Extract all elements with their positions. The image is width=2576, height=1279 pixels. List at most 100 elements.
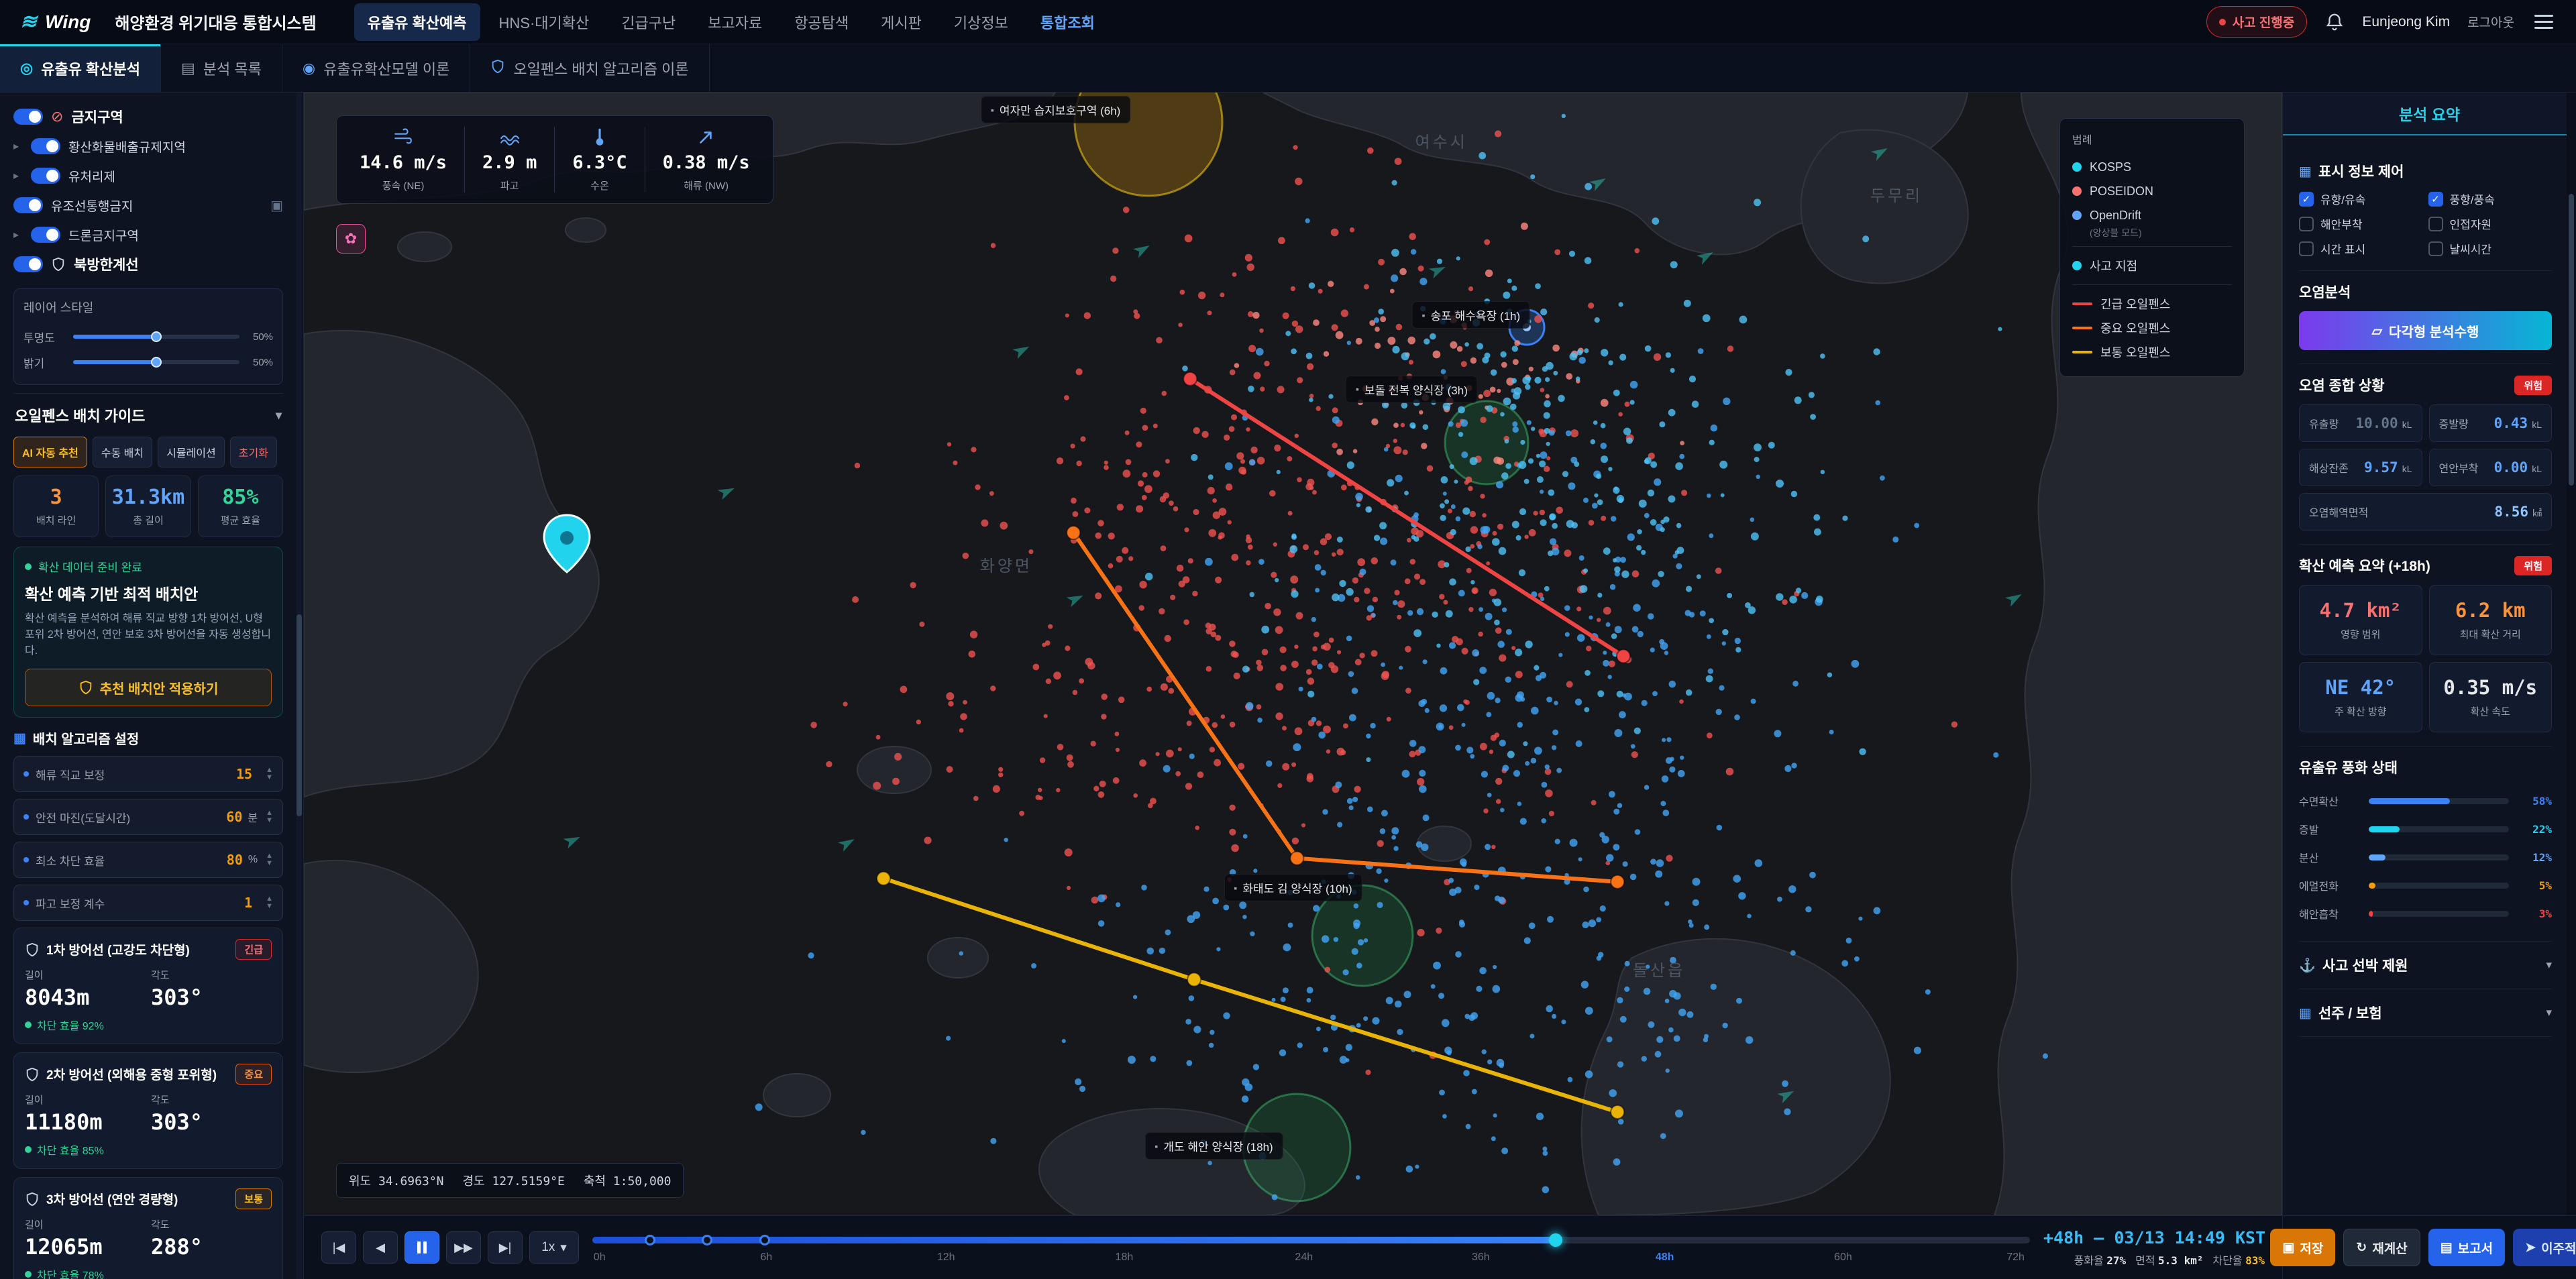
- map-annotation-button[interactable]: ✿: [336, 224, 366, 254]
- skip-start-button[interactable]: |◀: [321, 1231, 356, 1264]
- danger-badge: 위험: [2514, 376, 2552, 395]
- map-area[interactable]: ▪여자만 습지보호구역 (6h)▪송포 해수욕장 (1h)▪보돌 전복 양식장 …: [304, 93, 2282, 1215]
- ai-recommend-button[interactable]: AI 자동 추천: [13, 437, 87, 467]
- checkbox-nearby-resources[interactable]: ✓인접자원: [2428, 215, 2553, 232]
- checkbox-time-display[interactable]: ✓시간 표시: [2299, 240, 2423, 257]
- menu-aerial-search[interactable]: 항공탐색: [781, 3, 862, 41]
- timeline-tick[interactable]: 12h: [937, 1252, 955, 1264]
- timeline-marker[interactable]: [759, 1235, 770, 1245]
- timeline-marker[interactable]: [702, 1235, 712, 1245]
- page-scrollbar[interactable]: [2567, 93, 2576, 1215]
- menu-oil-spill-forecast[interactable]: 유출유 확산예측: [354, 3, 480, 41]
- field-current-orthogonal[interactable]: 해류 직교 보정 15 ▲▼: [13, 756, 283, 792]
- layer-row-tanker-ban[interactable]: 유조선통행금지 ▣: [13, 190, 283, 220]
- menu-weather-info[interactable]: 기상정보: [941, 3, 1022, 41]
- field-min-efficiency[interactable]: 최소 차단 효율 80 % ▲▼: [13, 842, 283, 878]
- opacity-slider[interactable]: [73, 335, 239, 339]
- vessel-spec-section[interactable]: ⚓사고 선박 제원▾: [2299, 942, 2552, 989]
- apply-recommendation-button[interactable]: 추천 배치안 적용하기: [25, 669, 272, 706]
- layer-row-sulfur-zone[interactable]: ▸ 황산화물배출규제지역: [13, 131, 283, 161]
- brightness-slider[interactable]: [73, 360, 239, 364]
- stepper-icon[interactable]: ▲▼: [266, 810, 273, 824]
- layer-row-drone-ban[interactable]: ▸ 드론금지구역: [13, 220, 283, 249]
- stepper-icon[interactable]: ▲▼: [266, 852, 273, 867]
- timeline-tick[interactable]: 24h: [1295, 1252, 1313, 1264]
- layer-toggle[interactable]: [13, 256, 43, 272]
- pause-button[interactable]: [405, 1231, 439, 1264]
- forecast-main-direction: NE 42°주 확산 방향: [2299, 662, 2422, 732]
- oil-fence-lines[interactable]: [877, 372, 1630, 1119]
- stepper-icon[interactable]: ▲▼: [266, 895, 273, 910]
- fence-guide-header[interactable]: 오일펜스 배치 가이드▾: [13, 393, 283, 433]
- settings-box-icon[interactable]: ▣: [270, 197, 283, 214]
- timeline-tick[interactable]: 48h: [1656, 1252, 1674, 1264]
- reset-button[interactable]: 초기화: [230, 437, 277, 467]
- timeline-tick[interactable]: 0h: [594, 1252, 606, 1264]
- map-canvas[interactable]: [304, 93, 2282, 1215]
- forecast-max-distance: 6.2 km최대 확산 거리: [2429, 585, 2553, 655]
- layer-row-restricted-zone[interactable]: ⊘ 금지구역: [13, 102, 283, 131]
- incident-status-badge[interactable]: 사고 진행중: [2206, 6, 2308, 38]
- tab-spill-analysis[interactable]: ◎유출유 확산분석: [0, 44, 161, 92]
- layer-row-nll[interactable]: 북방한계선: [13, 249, 283, 279]
- timeline-tick[interactable]: 6h: [760, 1252, 772, 1264]
- report-button[interactable]: ▤보고서: [2428, 1229, 2505, 1266]
- checkbox-shore-adhesion[interactable]: ✓해안부착: [2299, 215, 2423, 232]
- menu-board[interactable]: 게시판: [867, 3, 935, 41]
- field-safety-margin[interactable]: 안전 마진(도달시간) 60 분 ▲▼: [13, 799, 283, 835]
- expand-caret-icon[interactable]: ▸: [13, 228, 23, 241]
- layer-row-dispersant[interactable]: ▸ 유처리제: [13, 161, 283, 190]
- defense-line-card-1[interactable]: 1차 방어선 (고강도 차단형) 긴급 길이8043m 각도303° 차단 효율…: [13, 928, 283, 1044]
- defense-line-card-3[interactable]: 3차 방어선 (연안 경량형) 보통 길이12065m 각도288° 차단 효율…: [13, 1177, 283, 1279]
- app-logo[interactable]: ≋ Wing: [20, 10, 91, 34]
- timeline-tick[interactable]: 18h: [1116, 1252, 1134, 1264]
- timeline-current-dot[interactable]: [1549, 1233, 1562, 1247]
- layer-toggle[interactable]: [31, 168, 60, 184]
- fast-forward-button[interactable]: ▶▶: [446, 1231, 481, 1264]
- expand-caret-icon[interactable]: ▸: [13, 169, 23, 182]
- timeline-tick[interactable]: 72h: [2006, 1252, 2025, 1264]
- menu-hns[interactable]: HNS·대기확산: [486, 3, 603, 41]
- layer-toggle[interactable]: [13, 197, 43, 213]
- user-name[interactable]: Eunjeong Kim: [2362, 14, 2450, 30]
- stepper-icon[interactable]: ▲▼: [266, 767, 273, 781]
- checkbox-weather-time[interactable]: ✓날씨시간: [2428, 240, 2553, 257]
- timeline-tick[interactable]: 36h: [1472, 1252, 1490, 1264]
- layer-toggle[interactable]: [13, 109, 43, 125]
- legend-model-kosps[interactable]: KOSPS: [2072, 155, 2232, 179]
- menu-reports[interactable]: 보고자료: [694, 3, 775, 41]
- bell-icon[interactable]: [2324, 12, 2345, 32]
- recalculate-button[interactable]: ↻재계산: [2343, 1229, 2420, 1266]
- tab-analysis-list[interactable]: ▤분석 목록: [161, 44, 282, 92]
- simulation-button[interactable]: 시뮬레이션: [158, 437, 225, 467]
- save-button[interactable]: ▣저장: [2270, 1229, 2335, 1266]
- layer-toggle[interactable]: [31, 138, 60, 154]
- legend-model-opendrift[interactable]: OpenDrift: [2072, 203, 2232, 227]
- manual-place-button[interactable]: 수동 배치: [93, 437, 152, 467]
- resource-zones: [1075, 93, 1544, 1201]
- menu-rescue[interactable]: 긴급구난: [608, 3, 689, 41]
- logout-button[interactable]: 로그아웃: [2467, 13, 2514, 31]
- field-wave-correction[interactable]: 파고 보정 계수 1 ▲▼: [13, 885, 283, 921]
- step-back-button[interactable]: ◀: [363, 1231, 398, 1264]
- layer-toggle[interactable]: [31, 227, 60, 243]
- tab-model-theory[interactable]: ◉유출유확산모델 이론: [282, 44, 470, 92]
- expand-caret-icon[interactable]: ▸: [13, 140, 23, 153]
- checkbox-wind[interactable]: ✓풍향/풍속: [2428, 190, 2553, 207]
- left-panel-scrollbar[interactable]: [297, 93, 302, 1279]
- checkbox-current[interactable]: ✓유향/유속: [2299, 190, 2423, 207]
- timeline-tick[interactable]: 60h: [1834, 1252, 1852, 1264]
- timeline-track[interactable]: [592, 1237, 2030, 1243]
- send-button[interactable]: ➤이주적: [2513, 1229, 2576, 1266]
- tab-boom-algorithm-theory[interactable]: 오일펜스 배치 알고리즘 이론: [470, 44, 709, 92]
- hamburger-menu-icon[interactable]: [2532, 12, 2556, 32]
- defense-line-card-2[interactable]: 2차 방어선 (외해용 중형 포위형) 중요 길이11180m 각도303° 차…: [13, 1052, 283, 1169]
- timeline-marker[interactable]: [645, 1235, 655, 1245]
- analysis-summary-tab[interactable]: 분석 요약: [2283, 93, 2576, 135]
- speed-select[interactable]: 1x▾: [529, 1231, 579, 1264]
- skip-end-button[interactable]: ▶|: [488, 1231, 523, 1264]
- polygon-analysis-button[interactable]: ▱다각형 분석수행: [2299, 311, 2552, 350]
- legend-model-poseidon[interactable]: POSEIDON: [2072, 179, 2232, 203]
- menu-integrated-search[interactable]: 통합조회: [1027, 3, 1108, 41]
- owner-insurance-section[interactable]: ▦선주 / 보험▾: [2299, 989, 2552, 1037]
